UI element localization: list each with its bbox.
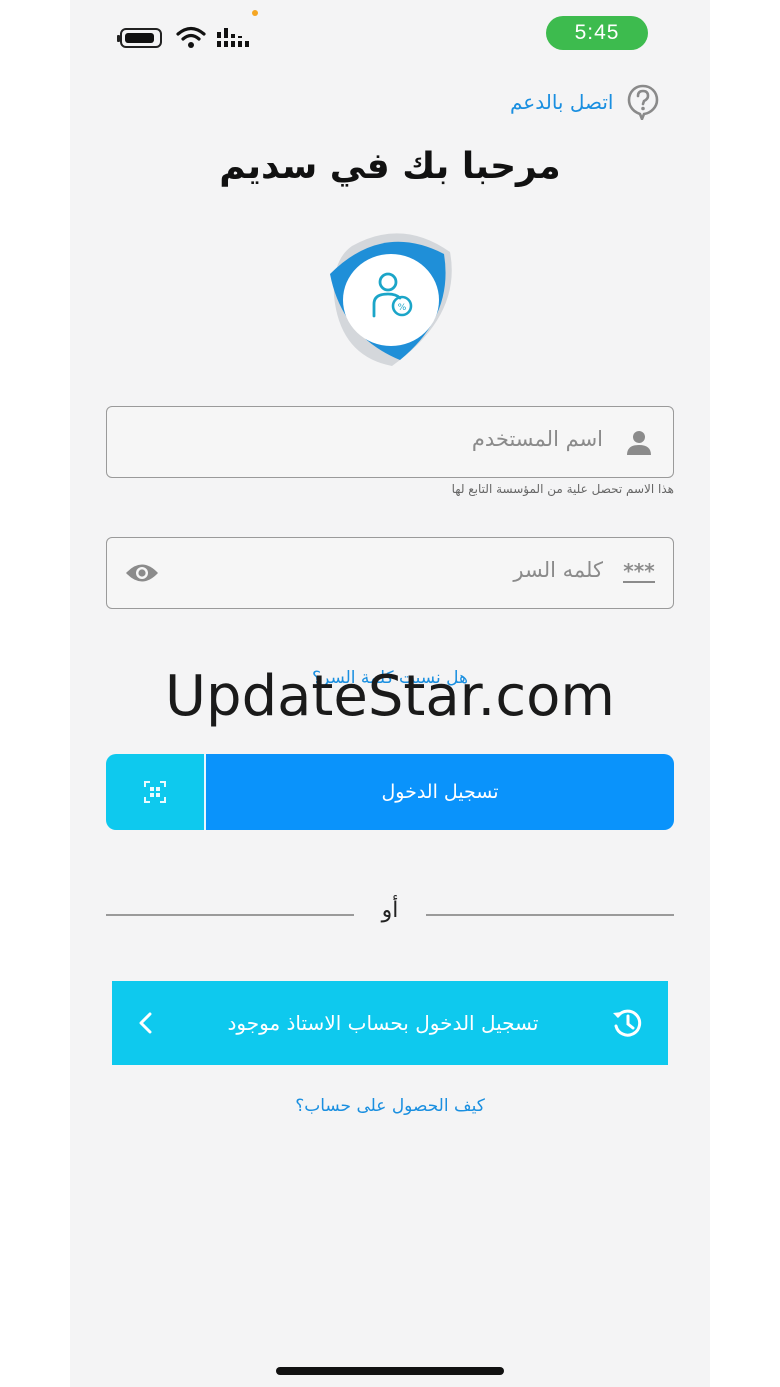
username-helper-text: هذا الاسم تحصل علية من المؤسسة التابع له… — [451, 482, 674, 496]
qr-scan-icon — [144, 781, 166, 803]
watermark-text: UpdateStar.com — [165, 664, 615, 729]
password-asterisks-icon: *** — [623, 562, 655, 583]
contact-support-link[interactable]: اتصل بالدعم — [510, 84, 659, 120]
svg-text:***: *** — [623, 562, 655, 583]
or-label: أو — [381, 898, 399, 923]
history-icon — [612, 1009, 642, 1037]
chevron-left-icon — [139, 1012, 152, 1034]
help-icon — [628, 84, 659, 120]
home-indicator[interactable] — [276, 1367, 504, 1375]
username-field[interactable]: اسم المستخدم — [106, 406, 674, 478]
password-field[interactable]: *** كلمه السر — [106, 537, 674, 609]
phone-screen: 5:45 اتصل بالدعم مرحبا بك في سديم % اسم … — [70, 0, 710, 1387]
login-button[interactable]: تسجيل الدخول — [206, 754, 674, 830]
password-placeholder: كلمه السر — [513, 558, 603, 582]
contact-support-label: اتصل بالدعم — [510, 90, 614, 114]
privacy-indicator-dot — [252, 10, 258, 16]
cellular-signal-icon — [217, 28, 249, 47]
qr-login-button[interactable] — [106, 754, 206, 830]
svg-text:%: % — [398, 303, 407, 313]
existing-account-label: تسجيل الدخول بحساب الاستاذ موجود — [227, 1011, 539, 1035]
wifi-icon — [176, 26, 206, 48]
page-title: مرحبا بك في سديم — [219, 146, 561, 187]
user-icon — [627, 431, 651, 455]
username-placeholder: اسم المستخدم — [471, 427, 603, 451]
login-button-group: تسجيل الدخول — [106, 754, 674, 830]
how-to-get-account-link[interactable]: كيف الحصول على حساب؟ — [70, 1096, 710, 1116]
battery-icon — [117, 28, 162, 48]
status-time: 5:45 — [546, 16, 648, 50]
show-password-eye-icon[interactable] — [125, 562, 159, 584]
existing-account-login-button[interactable]: تسجيل الدخول بحساب الاستاذ موجود — [112, 981, 668, 1065]
app-logo-icon: % — [330, 233, 452, 366]
